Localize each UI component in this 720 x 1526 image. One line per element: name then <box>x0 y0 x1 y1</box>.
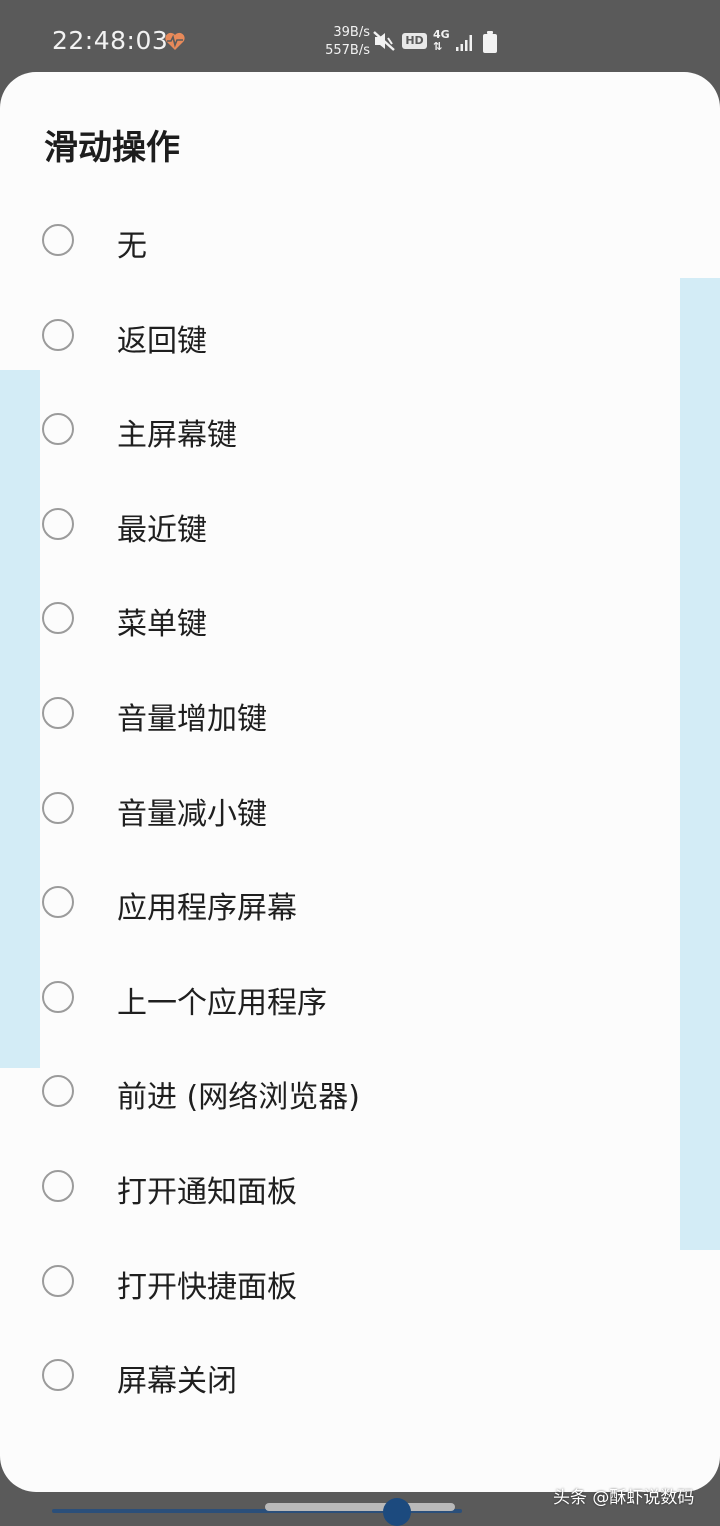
radio-button[interactable] <box>42 507 74 540</box>
hd-badge: HD <box>402 33 427 49</box>
option-screen-off[interactable]: 屏幕关闭 <box>0 1330 720 1425</box>
radio-button[interactable] <box>42 886 74 919</box>
radio-button[interactable] <box>42 696 74 729</box>
radio-button[interactable] <box>42 224 74 256</box>
radio-button[interactable] <box>42 791 74 824</box>
option-app-screen[interactable]: 应用程序屏幕 <box>0 857 720 952</box>
signal-icon <box>455 32 475 56</box>
heart-rate-icon <box>164 31 186 55</box>
radio-button[interactable] <box>42 1075 74 1108</box>
radio-button[interactable] <box>42 602 74 635</box>
swipe-action-dialog: 滑动操作 无 返回键 主屏幕键 最近键 菜单键 音量增加键 音量减小键 应用程序… <box>0 72 720 1492</box>
option-label: 菜单键 <box>117 607 207 643</box>
option-label: 无 <box>117 229 147 264</box>
option-recents-key[interactable]: 最近键 <box>0 479 720 574</box>
data-arrows-icon: ⇅ <box>433 40 443 53</box>
option-menu-key[interactable]: 菜单键 <box>0 573 720 668</box>
option-label: 最近键 <box>117 512 207 548</box>
status-bar: 22:48:03 39B/s 557B/s HD 4G ⇅ <box>0 0 720 72</box>
option-label: 上一个应用程序 <box>117 985 327 1021</box>
radio-button[interactable] <box>42 1169 74 1202</box>
nav-handle[interactable] <box>383 1498 411 1526</box>
watermark: 头条 @酥虾说数码 <box>553 1488 695 1508</box>
option-label: 前进 (网络浏览器) <box>117 1080 360 1116</box>
option-previous-app[interactable]: 上一个应用程序 <box>0 952 720 1047</box>
radio-button[interactable] <box>42 1359 74 1392</box>
network-speed: 39B/s 557B/s <box>312 24 370 60</box>
status-time: 22:48:03 <box>52 26 169 55</box>
download-speed: 557B/s <box>325 43 370 58</box>
option-quick-panel[interactable]: 打开快捷面板 <box>0 1236 720 1331</box>
option-label: 主屏幕键 <box>117 418 237 454</box>
option-label: 音量增加键 <box>117 701 267 737</box>
option-label: 打开快捷面板 <box>117 1269 297 1305</box>
radio-button[interactable] <box>42 980 74 1013</box>
radio-button[interactable] <box>42 318 74 351</box>
option-back-key[interactable]: 返回键 <box>0 290 720 385</box>
radio-button[interactable] <box>42 413 74 446</box>
option-label: 屏幕关闭 <box>117 1364 237 1400</box>
option-label: 应用程序屏幕 <box>117 891 297 927</box>
option-none[interactable]: 无 <box>0 195 720 290</box>
option-volume-up-key[interactable]: 音量增加键 <box>0 668 720 763</box>
option-home-key[interactable]: 主屏幕键 <box>0 384 720 479</box>
radio-button[interactable] <box>42 1264 74 1297</box>
option-browser-forward[interactable]: 前进 (网络浏览器) <box>0 1046 720 1141</box>
option-list: 无 返回键 主屏幕键 最近键 菜单键 音量增加键 音量减小键 应用程序屏幕 上一… <box>0 195 720 1425</box>
battery-icon <box>482 31 498 57</box>
dialog-title: 滑动操作 <box>44 128 180 168</box>
mute-icon <box>372 30 396 56</box>
option-label: 音量减小键 <box>117 796 267 832</box>
home-indicator[interactable] <box>265 1503 455 1511</box>
option-label: 打开通知面板 <box>117 1174 297 1210</box>
option-notification-panel[interactable]: 打开通知面板 <box>0 1141 720 1236</box>
option-volume-down-key[interactable]: 音量减小键 <box>0 763 720 858</box>
network-type: 4G ⇅ <box>433 29 450 53</box>
upload-speed: 39B/s <box>333 25 370 40</box>
option-label: 返回键 <box>117 323 207 359</box>
